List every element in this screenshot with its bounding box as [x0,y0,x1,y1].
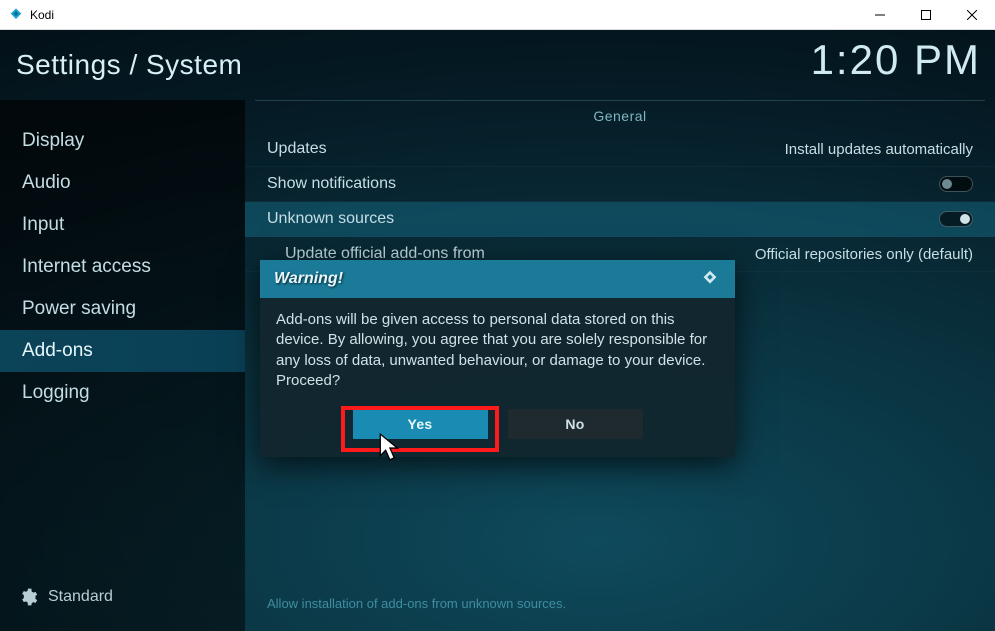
sidebar-item-add-ons[interactable]: Add-ons [0,330,245,372]
sidebar-item-logging[interactable]: Logging [0,372,245,414]
section-title: General [245,100,995,124]
warning-dialog: Warning! Add-ons will be given access to… [260,260,735,457]
row-label: Unknown sources [267,210,394,228]
window-close-button[interactable] [949,0,995,30]
window-maximize-button[interactable] [903,0,949,30]
window-title: Kodi [30,8,857,22]
row-updates[interactable]: Updates Install updates automatically [245,132,995,167]
status-hint: Allow installation of add-ons from unkno… [267,596,566,611]
dialog-body: Add-ons will be given access to personal… [260,298,735,409]
row-unknown-sources[interactable]: Unknown sources [245,202,995,237]
app-icon [8,7,24,23]
toggle-unknown-sources[interactable] [939,211,973,227]
sidebar-item-internet-access[interactable]: Internet access [0,246,245,288]
clock: 1:20 PM [811,36,981,84]
row-show-notifications[interactable]: Show notifications [245,167,995,202]
section-divider [255,100,985,101]
settings-level-label: Standard [48,588,113,606]
sidebar-item-power-saving[interactable]: Power saving [0,288,245,330]
settings-level[interactable]: Standard [0,573,245,631]
sidebar: Display Audio Input Internet access Powe… [0,100,245,631]
kodi-logo-icon [699,268,721,290]
row-label: Show notifications [267,175,396,193]
row-value: Install updates automatically [785,141,973,158]
toggle-show-notifications[interactable] [939,176,973,192]
row-label: Updates [267,140,327,158]
dialog-no-button[interactable]: No [508,409,643,439]
sidebar-item-input[interactable]: Input [0,204,245,246]
dialog-header: Warning! [260,260,735,298]
dialog-title: Warning! [274,270,343,288]
app-body: Settings / System 1:20 PM Display Audio … [0,30,995,631]
row-value: Official repositories only (default) [755,246,973,263]
window-minimize-button[interactable] [857,0,903,30]
sidebar-item-audio[interactable]: Audio [0,162,245,204]
gear-icon [18,587,38,607]
header: Settings / System 1:20 PM [0,30,995,100]
dialog-yes-button[interactable]: Yes [353,409,488,439]
sidebar-item-display[interactable]: Display [0,120,245,162]
window-titlebar: Kodi [0,0,995,30]
breadcrumb: Settings / System [16,49,242,81]
